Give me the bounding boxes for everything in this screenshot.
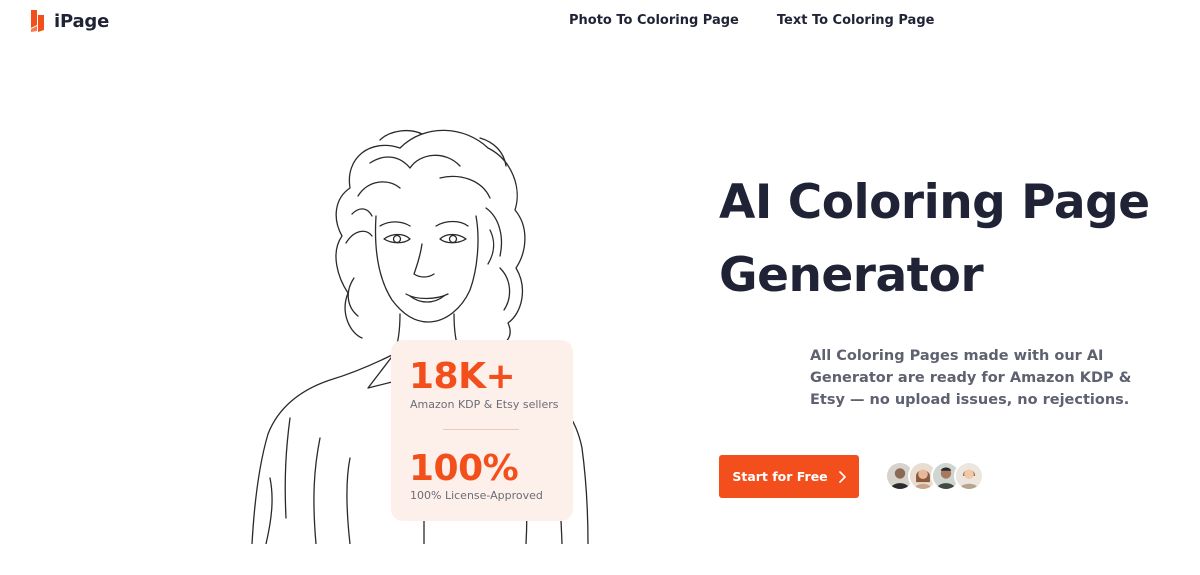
nav-text-to-coloring-page[interactable]: Text To Coloring Page [777, 13, 935, 28]
hero-subtitle: All Coloring Pages made with our AI Gene… [810, 348, 1132, 408]
user-avatars [885, 461, 984, 491]
start-for-free-button[interactable]: Start for Free [719, 455, 859, 498]
brand-logo[interactable]: iPage [30, 9, 109, 33]
chevron-right-icon [838, 470, 846, 483]
main-nav: Photo To Coloring Page Text To Coloring … [569, 13, 934, 28]
stat-sellers-value: 18K+ [409, 356, 516, 397]
cta-label: Start for Free [732, 469, 828, 484]
stats-card: 18K+ Amazon KDP & Etsy sellers 100% 100%… [391, 340, 573, 521]
stat-license-value: 100% [409, 448, 519, 489]
bookmark-ribbon-icon [31, 10, 44, 32]
brand-name: iPage [54, 10, 110, 32]
nav-photo-to-coloring-page[interactable]: Photo To Coloring Page [569, 13, 739, 28]
user-avatar-icon [954, 461, 984, 491]
stats-divider [443, 429, 519, 430]
stat-sellers-label: Amazon KDP & Etsy sellers [410, 398, 559, 411]
hero-title: AI Coloring Page Generator [719, 175, 1150, 303]
stat-license-label: 100% License-Approved [410, 489, 543, 502]
site-header: iPage Photo To Coloring Page Text To Col… [0, 0, 1200, 44]
